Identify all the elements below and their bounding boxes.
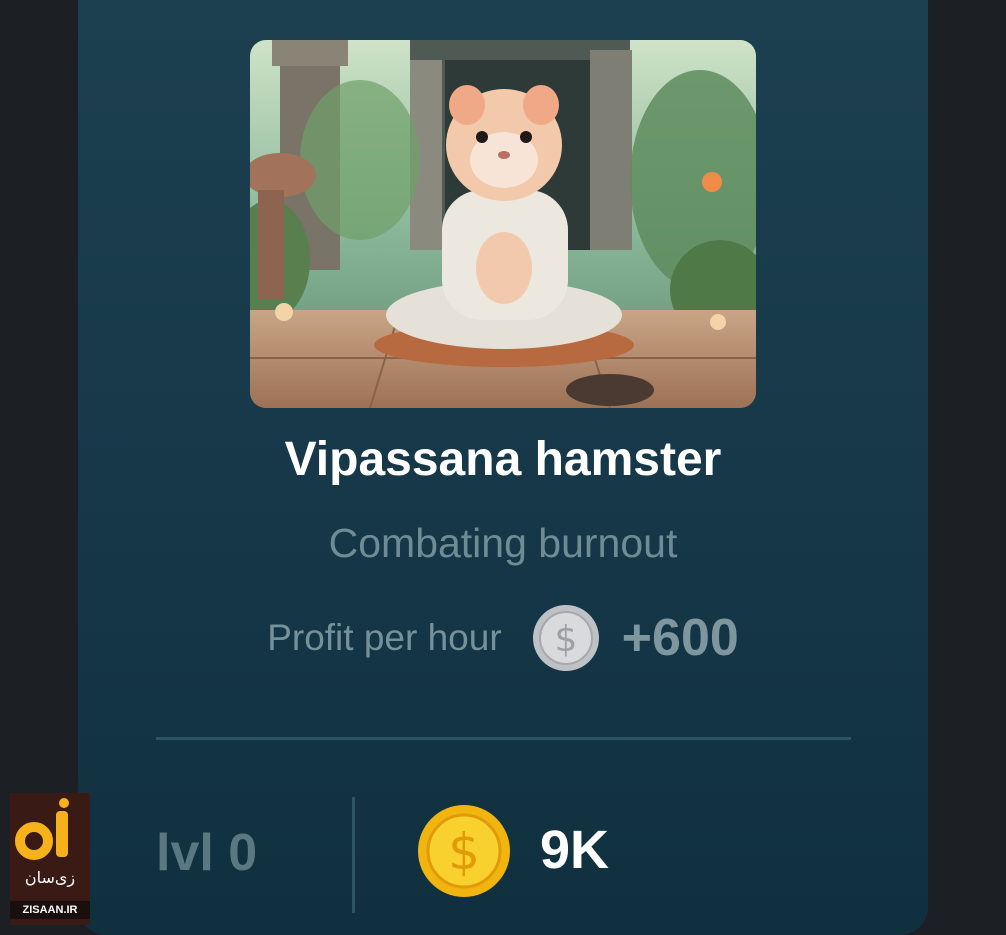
upgrade-cost: 9K: [540, 820, 610, 880]
watermark-site: ZISAAN.IR: [10, 901, 90, 919]
svg-text:زی‌سان: زی‌سان: [25, 868, 75, 888]
gold-dollar-coin-icon: $: [416, 803, 512, 899]
silver-dollar-coin-icon: $: [532, 604, 600, 672]
level-label: lvl 0: [156, 824, 258, 882]
card-footer: lvl 0 $ 9K: [78, 795, 928, 915]
hamster-illustration: [250, 40, 756, 408]
upgrade-card[interactable]: Vipassana hamster Combating burnout Prof…: [78, 0, 928, 935]
svg-text:$: $: [554, 619, 577, 660]
profit-label: Profit per hour: [267, 617, 502, 658]
card-subtitle: Combating burnout: [328, 520, 678, 566]
divider: [156, 737, 851, 740]
page: Vipassana hamster Combating burnout Prof…: [0, 0, 1006, 935]
vertical-divider: [352, 797, 355, 913]
profit-value: +600: [621, 609, 739, 667]
profit-per-hour-row: Profit per hour $ +600: [78, 600, 928, 676]
card-title: Vipassana hamster: [284, 433, 722, 486]
svg-text:$: $: [448, 823, 480, 881]
watermark-logo: زی‌سان ZISAAN.IR: [10, 793, 90, 925]
